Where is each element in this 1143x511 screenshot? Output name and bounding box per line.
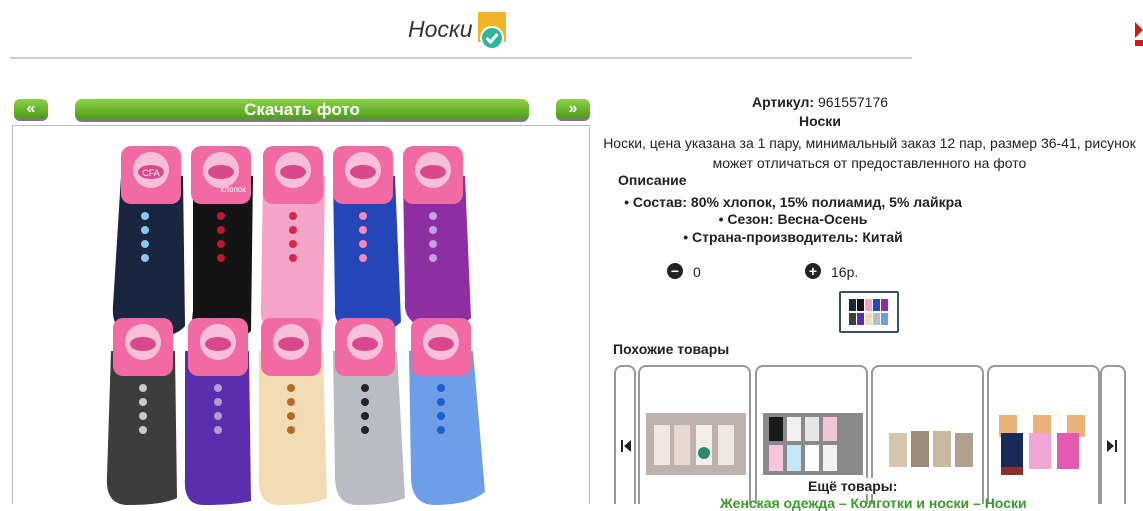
similar-product-image [879,413,979,475]
spec-item: • Состав: 80% хлопок, 15% полиамид, 5% л… [624,194,962,210]
description-heading: Описание [618,172,687,188]
product-description: Носки, цена указана за 1 пару, минимальн… [603,135,1136,171]
similar-product-image [646,413,746,475]
carousel-prev-button[interactable] [614,365,636,504]
prev-photo-button[interactable]: « [14,99,48,121]
similar-product-image [995,413,1095,475]
corner-icon[interactable] [1133,18,1143,48]
article-value: 961557176 [817,94,889,110]
arrow-left-icon [621,440,631,452]
carousel-next-button[interactable] [1100,365,1126,504]
page-title: Носки [408,16,473,42]
similar-heading: Похожие товары [613,341,730,357]
header-divider [10,57,912,59]
download-photo-button[interactable]: Скачать фото [75,99,529,122]
minus-icon[interactable]: − [667,263,683,279]
thumbnail-image [849,299,888,325]
quantity-value: 0 [693,264,701,280]
next-photo-button[interactable]: » [556,99,590,121]
plus-icon[interactable]: + [805,263,821,279]
article-line: Артикул: 961557176 [600,94,1040,110]
more-products-heading: Ещё товары: [806,478,900,494]
product-photo[interactable]: CFA хлопок [13,126,589,505]
sock-light-grey [333,318,405,505]
photo-brand-text: CFA [142,168,160,178]
photo-thumbnail[interactable] [839,291,899,333]
photo-caption-text: хлопок [220,185,246,194]
sock-blue [333,146,401,334]
spec-item: • Страна-производитель: Китай [683,229,903,245]
spec-item: • Сезон: Весна-Осень [718,211,868,227]
arrow-right-icon [1107,440,1117,452]
sock-beige [258,318,327,505]
sock-purple [403,146,471,328]
similar-product-card[interactable] [987,365,1100,504]
similar-product-card[interactable] [638,365,751,504]
sock-light-blue [409,318,485,505]
sock-grey-dark [106,318,177,505]
product-photo-frame: CFA хлопок [12,125,590,505]
spec-composition: Состав: 80% хлопок, 15% полиамид, 5% лай… [632,194,962,210]
verified-badge-icon [478,12,506,50]
similar-product-image [763,413,863,475]
article-label: Артикул: [751,94,815,110]
spec-season: Сезон: Весна-Осень [727,211,868,227]
spec-country: Страна-производитель: Китай [692,229,903,245]
price: 16р. [831,264,859,280]
product-name: Носки [799,113,841,129]
sock-violet [184,318,251,505]
more-products-links[interactable]: Женская одежда – Колготки и носки – Носк… [720,495,1027,511]
